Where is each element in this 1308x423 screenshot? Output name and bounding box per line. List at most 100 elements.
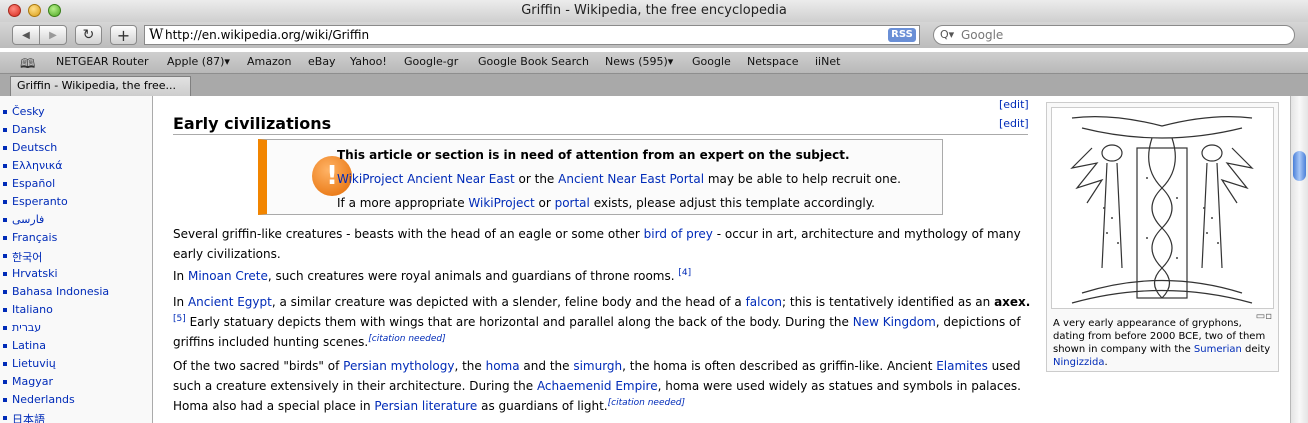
persian-mythology-link[interactable]: Persian mythology	[343, 359, 454, 373]
reload-icon: ↻	[82, 27, 95, 43]
wikipedia-favicon-icon: W	[149, 27, 164, 43]
search-placeholder: Google	[961, 28, 1004, 42]
homa-link[interactable]: homa	[486, 359, 520, 373]
notice-text: may be able to help recruit one.	[704, 172, 901, 186]
edit-link[interactable]: [edit]	[999, 98, 1029, 111]
ancient-near-east-portal-link[interactable]: Ancient Near East Portal	[558, 172, 704, 186]
image-caption: A very early appearance of gryphons, dat…	[1053, 317, 1273, 369]
edit-section-link[interactable]: [edit]	[999, 117, 1029, 130]
lang-link[interactable]: Latina	[3, 339, 46, 352]
reload-button[interactable]: ↻	[75, 25, 102, 45]
language-sidebar: Česky Dansk Deutsch Ελληνικά Español Esp…	[0, 96, 151, 423]
citation-needed-link[interactable]: [citation needed]	[608, 398, 685, 408]
griffin-relief-image[interactable]	[1051, 107, 1274, 309]
bookmark-netspace[interactable]: Netspace	[747, 55, 799, 68]
lang-link[interactable]: Hrvatski	[3, 267, 58, 280]
bookmark-yahoo[interactable]: Yahoo!	[350, 55, 387, 68]
lang-link[interactable]: Italiano	[3, 303, 53, 316]
citation-needed-link[interactable]: [citation needed]	[368, 334, 445, 344]
plus-icon: +	[116, 25, 131, 45]
back-button[interactable]: ◀	[12, 25, 40, 45]
address-bar[interactable]: W http://en.wikipedia.org/wiki/Griffin R…	[144, 25, 920, 45]
lang-link[interactable]: Esperanto	[3, 195, 68, 208]
reference-5[interactable]: [5]	[173, 314, 186, 324]
ningizzida-link[interactable]: Ningizzida	[1053, 357, 1104, 368]
paragraph-2: In Minoan Crete, such creatures were roy…	[173, 266, 1033, 286]
lang-link[interactable]: Bahasa Indonesia	[2, 285, 109, 298]
simurgh-link[interactable]: simurgh	[573, 359, 622, 373]
bookmark-news[interactable]: News (595)▾	[605, 55, 673, 68]
lang-link[interactable]: Español	[2, 177, 55, 190]
bookmark-netgear-router[interactable]: NETGEAR Router	[56, 55, 149, 68]
text: In	[173, 269, 188, 283]
lang-link[interactable]: Ελληνικά	[3, 159, 63, 172]
falcon-link[interactable]: falcon	[746, 295, 782, 309]
forward-button[interactable]: ▶	[39, 25, 67, 45]
axex-term: axex.	[994, 295, 1031, 309]
window-title: Griffin - Wikipedia, the free encycloped…	[521, 3, 787, 18]
text: , the	[454, 359, 486, 373]
lang-link[interactable]: Magyar	[3, 375, 53, 388]
bookmark-google-gr[interactable]: Google-gr	[404, 55, 458, 68]
lang-link[interactable]: فارسی	[2, 213, 44, 226]
bookmark-apple[interactable]: Apple (87)▾	[167, 55, 230, 68]
persian-literature-link[interactable]: Persian literature	[374, 399, 477, 413]
bookmark-ebay[interactable]: eBay	[308, 55, 336, 68]
caption-text: .	[1104, 357, 1108, 368]
back-arrow-icon: ◀	[22, 29, 30, 41]
lang-link[interactable]: Nederlands	[3, 393, 75, 406]
web-page: Česky Dansk Deutsch Ελληνικά Español Esp…	[0, 96, 1290, 423]
text: , a similar creature was depicted with a…	[271, 295, 746, 309]
text: , such creatures were royal animals and …	[267, 269, 679, 283]
section-heading: Early civilizations	[173, 114, 332, 133]
add-bookmark-button[interactable]: +	[110, 25, 137, 45]
bookmark-google[interactable]: Google	[692, 55, 731, 68]
text: , the homa is often described as griffin…	[622, 359, 937, 373]
lang-link[interactable]: Français	[2, 231, 57, 244]
text: Early statuary depicts them with wings t…	[185, 315, 853, 329]
sumerian-link[interactable]: Sumerian	[1194, 344, 1242, 355]
notice-title: This article or section is in need of at…	[337, 148, 850, 162]
tab-bar: Griffin - Wikipedia, the free...	[0, 74, 1308, 97]
wikiproject-link[interactable]: WikiProject	[468, 196, 534, 210]
wikiproject-ancient-near-east-link[interactable]: WikiProject Ancient Near East	[337, 172, 515, 186]
text: as guardians of light.	[477, 399, 608, 413]
minoan-crete-link[interactable]: Minoan Crete	[188, 269, 268, 283]
ancient-egypt-link[interactable]: Ancient Egypt	[188, 295, 272, 309]
achaemenid-empire-link[interactable]: Achaemenid Empire	[537, 379, 658, 393]
new-kingdom-link[interactable]: New Kingdom	[853, 315, 936, 329]
text: ; this is tentatively identified as an	[782, 295, 995, 309]
reference-4[interactable]: [4]	[678, 268, 691, 278]
portal-link[interactable]: portal	[555, 196, 590, 210]
bookmark-iinet[interactable]: iiNet	[815, 55, 840, 68]
lang-link[interactable]: 한국어	[2, 249, 42, 265]
notice-text: or	[534, 196, 555, 210]
forward-arrow-icon: ▶	[49, 29, 57, 41]
rss-button[interactable]: RSS	[888, 28, 916, 42]
lang-link[interactable]: Deutsch	[2, 141, 57, 154]
heading-divider	[173, 134, 1028, 135]
search-field[interactable]: Q▾ Google	[933, 25, 1295, 45]
search-icon: Q▾	[940, 28, 955, 41]
lang-link[interactable]: Lietuvių	[3, 357, 56, 370]
notice-line2: WikiProject Ancient Near East or the Anc…	[337, 172, 901, 186]
caption-text: deity	[1241, 344, 1271, 355]
lang-link[interactable]: עברית	[2, 321, 41, 334]
article-content: [edit] [edit] Early civilizations ! This…	[152, 96, 1290, 423]
lang-link[interactable]: Česky	[3, 105, 45, 118]
lang-link[interactable]: Dansk	[2, 123, 46, 136]
vertical-scrollbar[interactable]	[1290, 96, 1308, 423]
notice-text: If a more appropriate	[337, 196, 469, 210]
scrollbar-thumb[interactable]	[1293, 151, 1306, 181]
url-text: http://en.wikipedia.org/wiki/Griffin	[165, 28, 370, 42]
expert-attention-notice: ! This article or section is in need of …	[258, 139, 943, 215]
elamites-link[interactable]: Elamites	[936, 359, 988, 373]
notice-text: exists, please adjust this template acco…	[589, 196, 875, 210]
text: Of the two sacred "birds" of	[173, 359, 344, 373]
paragraph-3: In Ancient Egypt, a similar creature was…	[173, 292, 1033, 352]
tab-griffin[interactable]: Griffin - Wikipedia, the free...	[10, 76, 191, 96]
lang-link[interactable]: 日本語	[3, 411, 45, 423]
bird-of-prey-link[interactable]: bird of prey	[644, 227, 713, 241]
bookmark-amazon[interactable]: Amazon	[247, 55, 291, 68]
bookmark-google-book-search[interactable]: Google Book Search	[478, 55, 589, 68]
